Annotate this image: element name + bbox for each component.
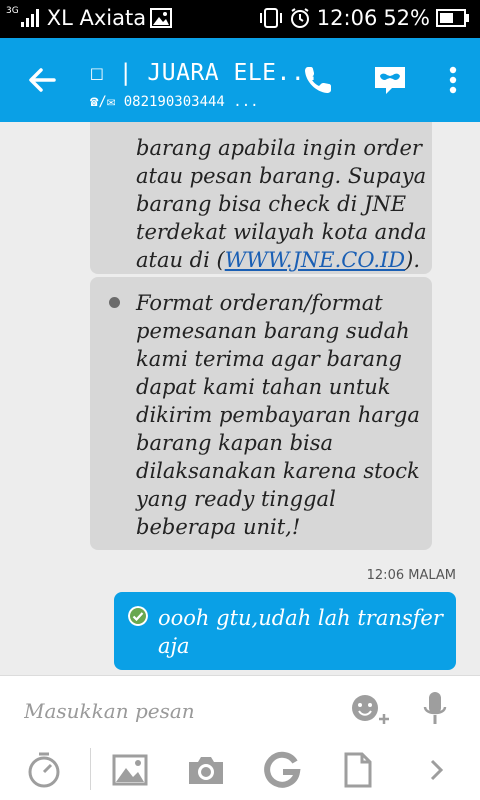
emoji-add-icon[interactable] (350, 692, 392, 726)
link-suffix: ). (405, 248, 421, 272)
message-line: dilaksanakan karena stock (136, 459, 420, 483)
message-input[interactable] (24, 696, 334, 726)
vibrate-icon (259, 8, 282, 28)
message-line: beberapa unit,! (136, 515, 301, 539)
back-arrow-icon[interactable] (24, 62, 60, 98)
message-line: atau di (WWW.JNE.CO.ID). (136, 246, 420, 274)
jne-website-link[interactable]: WWW.JNE.CO.ID (225, 248, 405, 272)
incoming-message-bubble[interactable]: barang apabila ingin order atau pesan ba… (90, 122, 432, 274)
message-line: barang kapan bisa (136, 431, 334, 455)
microphone-icon[interactable] (421, 690, 449, 728)
message-line: terdekat wilayah kota anda (136, 220, 427, 244)
message-line: atau pesan barang. Supaya (136, 164, 427, 188)
conversation-subtitle: ☎/✉ 082190303444 ... (90, 94, 259, 110)
document-icon[interactable] (338, 750, 378, 790)
overflow-menu-icon[interactable] (436, 62, 470, 98)
link-prefix: atau di ( (136, 248, 225, 272)
message-thread[interactable]: barang apabila ingin order atau pesan ba… (0, 122, 480, 675)
message-line: oooh gtu,udah lah transfer (158, 606, 443, 630)
delivered-check-icon (128, 606, 148, 626)
message-line: pemesanan barang sudah (136, 319, 410, 343)
composer (0, 675, 480, 800)
battery-icon (436, 9, 469, 27)
carrier-name: XL Axiata (46, 6, 147, 30)
chevron-right-icon[interactable] (420, 752, 454, 788)
message-line: dapat kami tahan untuk (136, 375, 391, 399)
outgoing-message-bubble[interactable]: oooh gtu,udah lah transfer aja (114, 592, 456, 670)
unread-dot-icon (109, 297, 120, 308)
camera-icon[interactable] (186, 750, 226, 790)
message-line: Format orderan/format (136, 291, 383, 315)
timer-icon[interactable] (24, 750, 64, 790)
gallery-image-icon[interactable] (110, 750, 150, 790)
message-line: dikirim pembayaran harga (136, 403, 420, 427)
signal-icon (20, 9, 39, 27)
status-bar: 3G XL Axiata 12:06 52% (0, 0, 480, 38)
alarm-icon (290, 8, 309, 28)
google-g-icon[interactable] (262, 750, 302, 790)
phone-call-icon[interactable] (300, 62, 336, 98)
clock: 12:06 (316, 6, 378, 30)
message-mask-icon[interactable] (372, 62, 408, 98)
network-type: 3G (6, 6, 19, 16)
image-notification-icon (150, 8, 173, 28)
message-line: aja (158, 634, 190, 658)
message-line: kami terima agar barang (136, 347, 402, 371)
divider (90, 748, 91, 790)
message-line: barang bisa check di JNE (136, 192, 407, 216)
message-timestamp: 12:06 MALAM (366, 568, 456, 583)
battery-percent: 52% (383, 6, 430, 30)
message-line: yang ready tinggal (136, 487, 336, 511)
message-line: barang apabila ingin order (136, 136, 422, 160)
app-bar: ☐ | JUARA ELE... ☎/✉ 082190303444 ... (0, 38, 480, 122)
incoming-message-bubble[interactable]: Format orderan/format pemesanan barang s… (90, 277, 432, 550)
conversation-title[interactable]: ☐ | JUARA ELE... (90, 60, 320, 86)
